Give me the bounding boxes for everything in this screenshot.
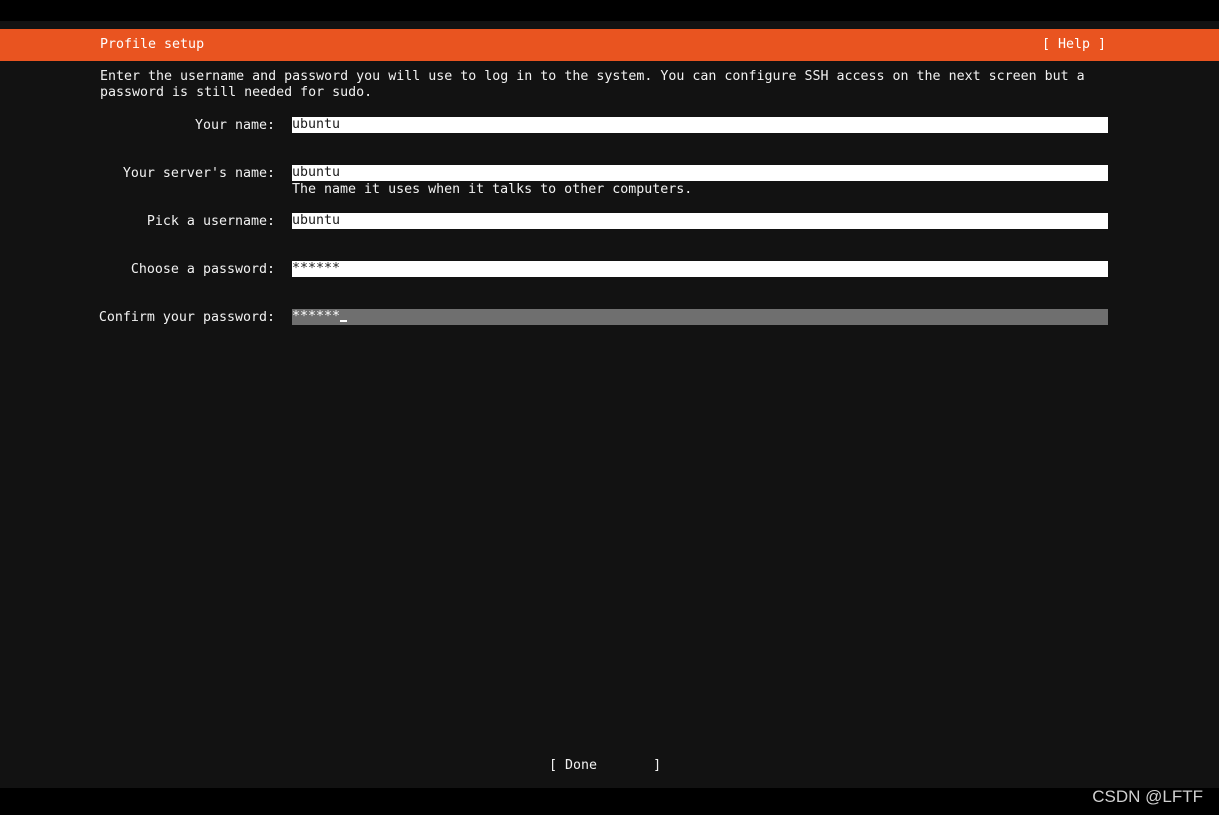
server-name-input[interactable]: ubuntu — [292, 165, 1108, 181]
password-label: Choose a password: — [130, 262, 275, 277]
your-name-input[interactable]: ubuntu — [292, 117, 1108, 133]
done-button[interactable]: [ Done ] — [549, 758, 661, 774]
confirm-password-value: ****** — [292, 309, 341, 324]
watermark: CSDN @LFTF — [1092, 787, 1203, 806]
server-name-label: Your server's name: — [122, 166, 275, 181]
text-cursor — [340, 320, 348, 322]
intro-text: Enter the username and password you will… — [100, 69, 1085, 100]
help-button[interactable]: [ Help ] — [1042, 37, 1106, 53]
page-title: Profile setup — [100, 37, 205, 52]
header-bar: Profile setup [ Help ] — [0, 29, 1219, 61]
confirm-password-label: Confirm your password: — [98, 310, 275, 325]
your-name-label: Your name: — [194, 118, 275, 133]
username-label: Pick a username: — [146, 214, 275, 229]
password-input[interactable]: ****** — [292, 261, 1108, 277]
installer-screen: Profile setup [ Help ] Enter the usernam… — [0, 21, 1219, 788]
username-input[interactable]: ubuntu — [292, 213, 1108, 229]
confirm-password-input[interactable]: ****** — [292, 309, 1108, 325]
server-name-help: The name it uses when it talks to other … — [292, 182, 693, 197]
